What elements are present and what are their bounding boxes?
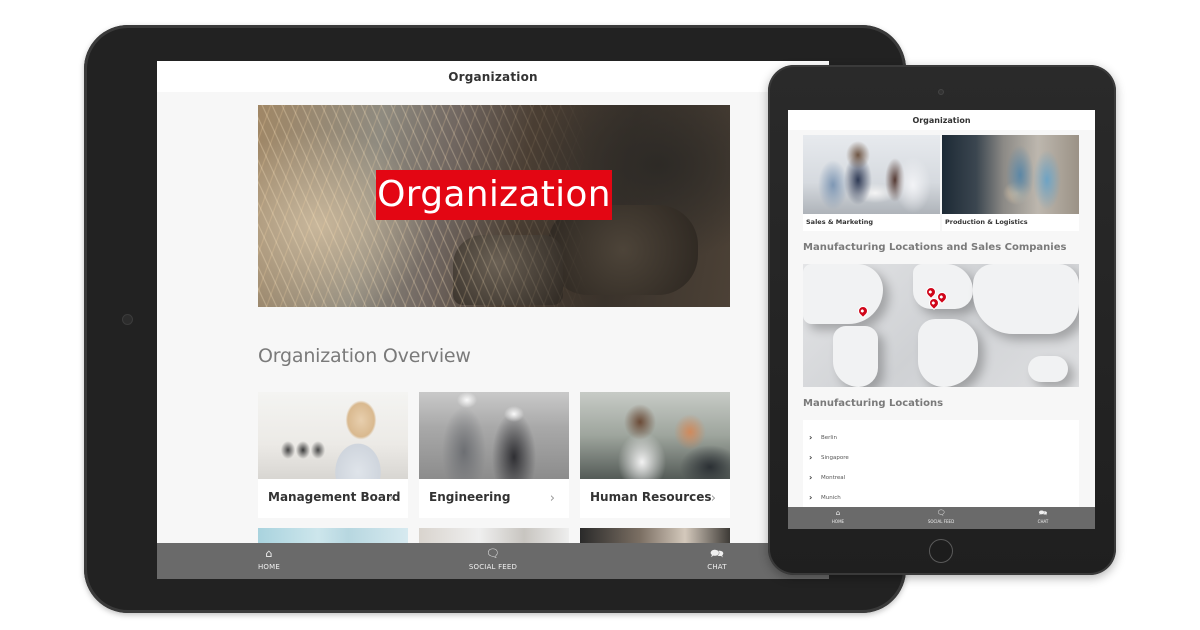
chevron-right-icon: › [809, 433, 813, 442]
bottom-nav-bar: ⌂ HOME 🗨 SOCIAL FEED 🗪 CHAT [157, 543, 829, 579]
home-icon: ⌂ [835, 509, 841, 517]
chevron-right-icon: › [549, 491, 555, 506]
card-engineering[interactable]: Engineering › [419, 392, 569, 518]
nav-chat[interactable]: 🗪 CHAT [677, 547, 757, 571]
map-asia [973, 264, 1079, 334]
card-production-logistics[interactable]: Production & Logistics [942, 135, 1079, 231]
card-human-resources[interactable]: Human Resources › [580, 392, 730, 518]
management-board-photo [258, 392, 408, 479]
large-tablet-screen: Organization Organization Organization O… [157, 61, 829, 579]
sales-marketing-photo [803, 135, 940, 214]
camera-icon [122, 314, 133, 325]
location-label: Berlin [821, 434, 837, 441]
chat-bubbles-icon: 🗪 [710, 547, 724, 560]
hero-banner: Organization [258, 105, 730, 307]
speech-bubble-icon: 🗨 [936, 509, 946, 517]
home-button[interactable] [929, 539, 953, 563]
app-header: Organization [788, 110, 1095, 130]
speech-bubble-icon: 🗨 [486, 547, 500, 560]
card-label: Engineering [429, 490, 511, 504]
bottom-nav-bar: ⌂ HOME 🗨 SOCIAL FEED 🗪 CHAT [788, 507, 1095, 529]
production-logistics-photo [942, 135, 1079, 214]
chevron-right-icon: › [710, 491, 716, 506]
nav-social-feed[interactable]: 🗨 SOCIAL FEED [453, 547, 533, 571]
location-label: Singapore [821, 454, 849, 461]
location-label: Munich [821, 494, 841, 501]
small-tablet-device: Organization Sales & Marketing Productio… [768, 65, 1116, 575]
nav-home[interactable]: ⌂ HOME [808, 509, 868, 524]
section-title-locations: Manufacturing Locations [803, 398, 944, 409]
nav-label: HOME [257, 563, 281, 571]
map-africa [918, 319, 978, 387]
nav-label: CHAT [707, 563, 727, 571]
list-item-singapore[interactable]: › Singapore [809, 453, 849, 462]
card-management-board[interactable]: Management Board › [258, 392, 408, 518]
card-label: Production & Logistics [945, 218, 1028, 226]
nav-label: SOCIAL FEED [927, 519, 955, 524]
section-title-map: Manufacturing Locations and Sales Compan… [803, 242, 1067, 253]
chevron-right-icon: › [809, 453, 813, 462]
home-icon: ⌂ [265, 547, 273, 560]
chevron-right-icon: › [388, 491, 394, 506]
card-label: Human Resources [590, 490, 712, 504]
hero-title: Organization [376, 170, 612, 220]
card-label: Sales & Marketing [806, 218, 873, 226]
human-resources-photo [580, 392, 730, 479]
chevron-right-icon: › [809, 493, 813, 502]
small-tablet-screen: Organization Sales & Marketing Productio… [788, 110, 1095, 529]
nav-label: CHAT [1037, 519, 1049, 524]
map-south-america [833, 326, 878, 387]
list-item-munich[interactable]: › Munich [809, 493, 841, 502]
list-item-berlin[interactable]: › Berlin [809, 433, 837, 442]
app-header: Organization [157, 61, 829, 92]
page-title: Organization [448, 69, 538, 84]
chevron-right-icon: › [809, 473, 813, 482]
chat-bubbles-icon: 🗪 [1038, 509, 1048, 517]
nav-label: HOME [831, 519, 845, 524]
map-north-america [803, 264, 883, 324]
card-label: Management Board [268, 490, 401, 504]
section-title-overview: Organization Overview [258, 345, 471, 367]
locations-list: › Berlin › Singapore › Montreal › Munich [803, 420, 1079, 520]
list-item-montreal[interactable]: › Montreal [809, 473, 845, 482]
nav-social-feed[interactable]: 🗨 SOCIAL FEED [911, 509, 971, 524]
location-label: Montreal [821, 474, 846, 481]
nav-chat[interactable]: 🗪 CHAT [1013, 509, 1073, 524]
camera-icon [938, 89, 944, 95]
world-map[interactable] [803, 264, 1079, 387]
map-australia [1028, 356, 1068, 382]
nav-label: SOCIAL FEED [468, 563, 518, 571]
nav-home[interactable]: ⌂ HOME [229, 547, 309, 571]
engineering-photo [419, 392, 569, 479]
page-title: Organization [912, 115, 971, 125]
card-sales-marketing[interactable]: Sales & Marketing [803, 135, 940, 231]
